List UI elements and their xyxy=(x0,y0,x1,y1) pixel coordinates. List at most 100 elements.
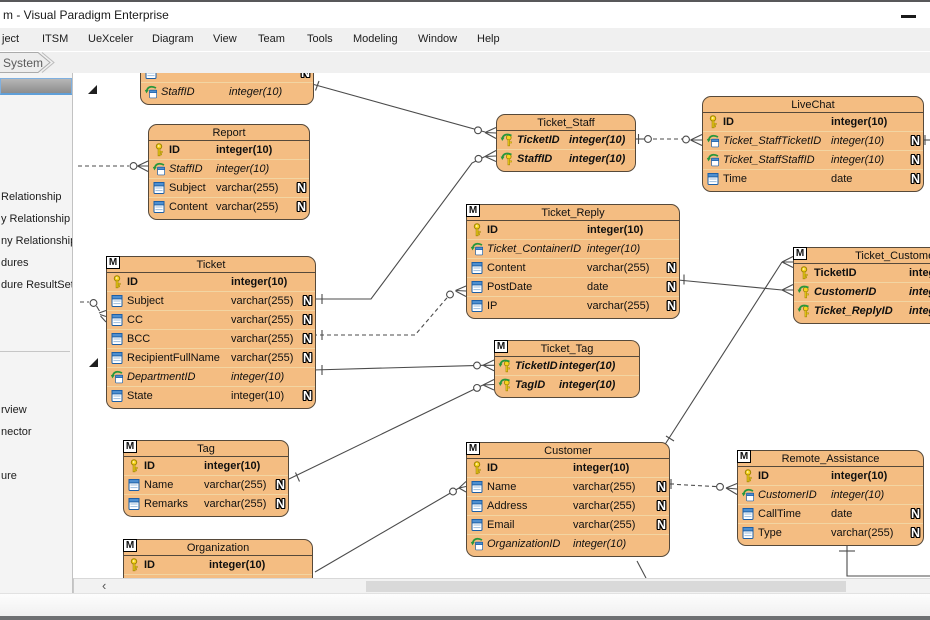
column-row[interactable]: IDinteger(10) xyxy=(124,457,288,475)
window-top-edge xyxy=(0,0,930,2)
toolbox-item-ny-relationship[interactable]: ny Relationship xyxy=(1,230,72,252)
column-row[interactable]: OrganizationIDinteger(10) xyxy=(467,534,669,553)
column-row[interactable]: CCvarchar(255)N xyxy=(107,310,315,329)
column-type: varchar(255) xyxy=(231,352,293,364)
column-row[interactable]: IDinteger(10) xyxy=(738,467,923,485)
column-name: ID xyxy=(144,559,155,571)
column-row[interactable]: BCCvarchar(255)N xyxy=(107,329,315,348)
column-row[interactable]: IDinteger(10) xyxy=(107,273,315,291)
entity-table-livechat[interactable]: LiveChatIDinteger(10)Ticket_StaffTicketI… xyxy=(702,96,924,192)
column-name: Content xyxy=(169,201,208,213)
entity-table-ticket-tag[interactable]: MTicket_TagTicketIDinteger(10)TagIDinteg… xyxy=(494,340,640,398)
column-row[interactable]: Remarksvarchar(255)N xyxy=(124,494,288,513)
menu-item-team[interactable]: Team xyxy=(258,28,285,51)
column-row[interactable]: PostDatedateN xyxy=(467,277,679,296)
entity-table-remote-assistance[interactable]: MRemote_AssistanceIDinteger(10)CustomerI… xyxy=(737,450,924,546)
column-type: integer(10) xyxy=(831,116,887,128)
toolbox-item-dure-resultset[interactable]: dure ResultSet xyxy=(1,274,72,296)
table-title: Ticket_Tag xyxy=(495,341,639,357)
nullable-icon: N xyxy=(276,477,285,493)
column-row[interactable]: DepartmentIDinteger(10) xyxy=(107,367,315,386)
column-row[interactable]: TicketIDinteger(10) xyxy=(497,131,635,149)
entity-table-ticket[interactable]: MTicketIDinteger(10)Subjectvarchar(255)N… xyxy=(106,256,316,409)
column-type: date xyxy=(587,281,608,293)
menu-item-diagram[interactable]: Diagram xyxy=(152,28,194,51)
column-row[interactable]: Typevarchar(255)N xyxy=(738,523,923,542)
entity-table-tag[interactable]: MTagIDinteger(10)Namevarchar(255)NRemark… xyxy=(123,440,289,517)
column-row[interactable]: Subjectvarchar(255)N xyxy=(149,178,309,197)
column-row[interactable]: StaffIDinteger(10) xyxy=(497,149,635,168)
entity-table-customer[interactable]: MCustomerIDinteger(10)Namevarchar(255)NA… xyxy=(466,442,670,557)
entity-table-report[interactable]: ReportIDinteger(10)StaffIDinteger(10)Sub… xyxy=(148,124,310,220)
menu-item-ject[interactable]: ject xyxy=(2,28,19,51)
column-type: integer(10) xyxy=(909,305,930,317)
column-row[interactable]: IDinteger(10) xyxy=(124,556,312,574)
column-type: integer(10) xyxy=(831,135,884,147)
toolbox-group-relationships: Relationshipy Relationshipny Relationshi… xyxy=(1,186,72,296)
scroll-left-icon[interactable]: ‹ xyxy=(102,578,106,593)
title-bar: m - Visual Paradigm Enterprise xyxy=(0,2,930,28)
column-row[interactable]: IDinteger(10) xyxy=(467,459,669,477)
foreign-key-icon xyxy=(110,370,124,384)
column-name: StaffID xyxy=(517,153,552,165)
menu-item-modeling[interactable]: Modeling xyxy=(353,28,398,51)
horizontal-scrollbar[interactable]: ‹ xyxy=(73,578,930,593)
column-row[interactable]: Emailvarchar(255)N xyxy=(467,515,669,534)
column-row[interactable]: StaffIDinteger(10) xyxy=(149,159,309,178)
column-row[interactable]: TagIDinteger(10) xyxy=(495,375,639,394)
primary-key-icon xyxy=(127,558,141,572)
toolbox-item-dures[interactable]: dures xyxy=(1,252,72,274)
column-row[interactable]: TicketIDinteger(10) xyxy=(794,264,930,282)
entity-table-ticket-customer[interactable]: MTicket_CustomerTicketIDinteger(10)Custo… xyxy=(793,247,930,324)
column-icon xyxy=(152,200,166,214)
entity-table-ticket-staff[interactable]: Ticket_StaffTicketIDinteger(10)StaffIDin… xyxy=(496,114,636,172)
nullable-icon: N xyxy=(303,331,312,347)
menu-item-window[interactable]: Window xyxy=(418,28,457,51)
column-name: CustomerID xyxy=(758,489,817,501)
column-row[interactable]: IDinteger(10) xyxy=(703,113,923,131)
column-row[interactable]: Namevarchar(255)N xyxy=(124,475,288,494)
nullable-icon: N xyxy=(911,525,920,541)
column-row[interactable]: Namevarchar(255)N xyxy=(467,477,669,496)
breadcrumb-tab[interactable]: System xyxy=(0,52,120,73)
column-row[interactable]: Ticket_StaffStaffIDinteger(10)N xyxy=(703,150,923,169)
column-row[interactable]: IDinteger(10) xyxy=(149,141,309,159)
column-row[interactable]: IPvarchar(255)N xyxy=(467,296,679,315)
minimize-button[interactable] xyxy=(901,15,916,18)
menu-item-view[interactable]: View xyxy=(213,28,237,51)
toolbox-item-relationship[interactable]: Relationship xyxy=(1,186,72,208)
window-title: m - Visual Paradigm Enterprise xyxy=(3,8,169,22)
column-row[interactable]: Ticket_StaffTicketIDinteger(10)N xyxy=(703,131,923,150)
menu-item-help[interactable]: Help xyxy=(477,28,500,51)
menu-item-itsm[interactable]: ITSM xyxy=(42,28,68,51)
nullable-icon: N xyxy=(657,479,666,495)
column-type: date xyxy=(831,173,852,185)
column-row[interactable]: StaffIDinteger(10) xyxy=(141,82,313,101)
column-row[interactable]: IDinteger(10) xyxy=(467,221,679,239)
column-type: varchar(255) xyxy=(231,333,293,345)
toolbox-item[interactable] xyxy=(1,443,72,465)
toolbox-item-y-relationship[interactable]: y Relationship xyxy=(1,208,72,230)
column-row[interactable]: Ticket_ReplyIDinteger(10) xyxy=(794,301,930,320)
column-type: integer(10) xyxy=(229,86,282,98)
column-row[interactable]: CallTimedateN xyxy=(738,504,923,523)
toolbox-item-rview[interactable]: rview xyxy=(1,399,72,421)
entity-table-ticket-reply[interactable]: MTicket_ReplyIDinteger(10)Ticket_Contain… xyxy=(466,204,680,319)
column-row[interactable]: RecipientFullNamevarchar(255)N xyxy=(107,348,315,367)
column-row[interactable]: TicketIDinteger(10) xyxy=(495,357,639,375)
column-row[interactable]: Subjectvarchar(255)N xyxy=(107,291,315,310)
scrollbar-thumb[interactable] xyxy=(366,581,846,592)
column-row[interactable]: CustomerIDinteger(10) xyxy=(794,282,930,301)
column-row[interactable]: Ticket_ContainerIDinteger(10) xyxy=(467,239,679,258)
column-row[interactable]: Contentvarchar(255)N xyxy=(467,258,679,277)
column-row[interactable]: CustomerIDinteger(10) xyxy=(738,485,923,504)
menu-item-uexceler[interactable]: UeXceler xyxy=(88,28,133,51)
menu-item-tools[interactable]: Tools xyxy=(307,28,333,51)
column-row[interactable]: TimedateN xyxy=(703,169,923,188)
column-row[interactable]: Addressvarchar(255)N xyxy=(467,496,669,515)
toolbox-item-nector[interactable]: nector xyxy=(1,421,72,443)
toolbox-selected-header[interactable] xyxy=(0,78,72,95)
toolbox-item-ure[interactable]: ure xyxy=(1,465,72,487)
column-row[interactable]: Stateinteger(10)N xyxy=(107,386,315,405)
column-row[interactable]: Contentvarchar(255)N xyxy=(149,197,309,216)
